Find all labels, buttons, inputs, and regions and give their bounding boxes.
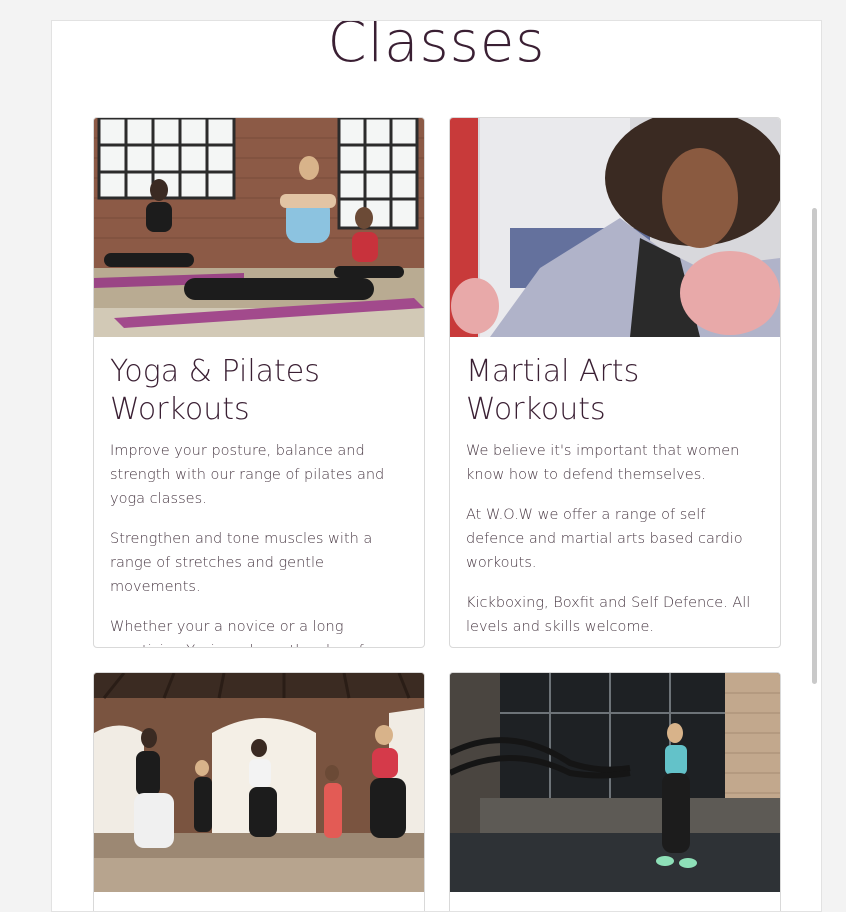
group-squat-class-image <box>94 673 424 892</box>
card-title: Martial Arts Workouts <box>466 354 640 427</box>
card-title: Yoga & Pilates Workouts <box>110 354 320 427</box>
scrollbar-thumb[interactable] <box>812 208 817 684</box>
class-card-yoga: Yoga & Pilates Workouts Improve your pos… <box>93 117 425 648</box>
card-paragraph: Strengthen and tone muscles with a range… <box>110 531 373 595</box>
class-card-martial-arts: Martial Arts Workouts We believe it's im… <box>449 117 781 648</box>
yoga-pilates-image <box>94 118 424 337</box>
class-card-group-training <box>93 672 425 911</box>
card-paragraph: We believe it's important that women kno… <box>466 443 740 483</box>
card-paragraph: At W.O.W we offer a range of self defenc… <box>466 507 743 571</box>
battle-ropes-image <box>450 673 780 892</box>
card-paragraph: Improve your posture, balance and streng… <box>110 443 385 507</box>
class-card-strength-conditioning <box>449 672 781 911</box>
card-paragraph: Whether your a novice or a long practici… <box>110 619 379 647</box>
card-body: Martial Arts Workouts We believe it's im… <box>450 337 780 647</box>
card-paragraph: Kickboxing, Boxfit and Self Defence. All… <box>466 595 751 635</box>
card-body: Yoga & Pilates Workouts Improve your pos… <box>94 337 424 647</box>
classes-section: Classes Yoga & Pilates Workouts Improve … <box>51 20 822 912</box>
section-title: Classes <box>327 20 546 75</box>
boxing-image <box>450 118 780 337</box>
